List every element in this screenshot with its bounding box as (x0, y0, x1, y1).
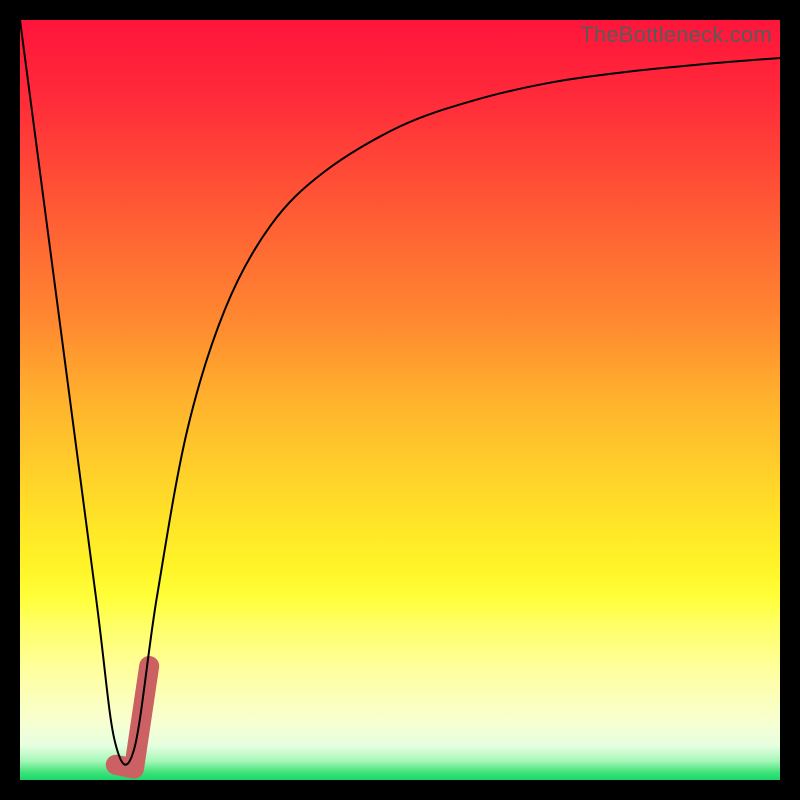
bottleneck-curve (20, 20, 780, 765)
plot-area: TheBottleneck.com (20, 20, 780, 780)
curve-layer (20, 20, 780, 780)
outer-frame: TheBottleneck.com (0, 0, 800, 800)
watermark-text: TheBottleneck.com (580, 22, 772, 48)
